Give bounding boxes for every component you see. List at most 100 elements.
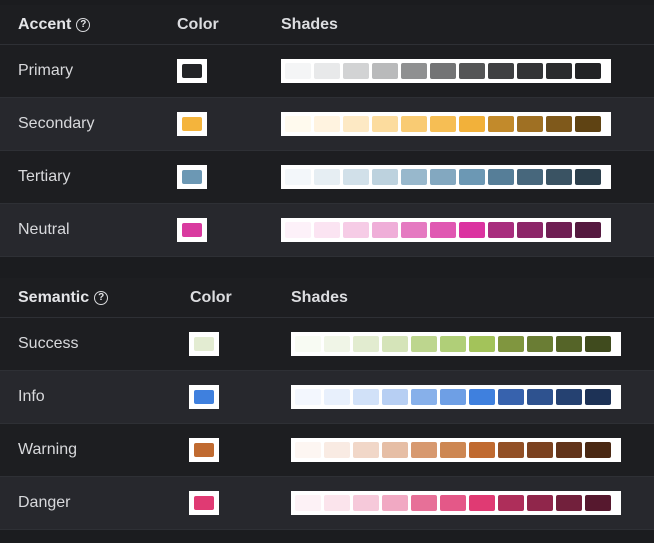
shade-swatch[interactable] — [430, 116, 456, 132]
color-swatch[interactable] — [189, 438, 219, 462]
shade-swatch[interactable] — [401, 63, 427, 79]
shade-swatch[interactable] — [411, 495, 437, 511]
shade-swatch[interactable] — [527, 442, 553, 458]
shade-swatch[interactable] — [353, 442, 379, 458]
shade-swatch[interactable] — [546, 222, 572, 238]
shade-swatch[interactable] — [469, 389, 495, 405]
shade-swatch[interactable] — [343, 116, 369, 132]
color-swatch[interactable] — [177, 165, 207, 189]
shade-swatch[interactable] — [285, 63, 311, 79]
shade-swatch[interactable] — [469, 442, 495, 458]
shade-swatch[interactable] — [372, 169, 398, 185]
shade-swatch[interactable] — [469, 495, 495, 511]
shade-swatch[interactable] — [527, 495, 553, 511]
shade-swatch[interactable] — [488, 63, 514, 79]
shade-swatch[interactable] — [517, 169, 543, 185]
shade-swatch[interactable] — [430, 222, 456, 238]
color-row-secondary: Secondary — [0, 98, 654, 151]
shade-swatch[interactable] — [556, 495, 582, 511]
shade-swatch[interactable] — [556, 389, 582, 405]
shade-swatch[interactable] — [498, 442, 524, 458]
shade-swatch[interactable] — [556, 336, 582, 352]
color-swatch[interactable] — [189, 332, 219, 356]
shade-swatch[interactable] — [575, 222, 601, 238]
shade-swatch[interactable] — [498, 495, 524, 511]
shade-swatch[interactable] — [585, 495, 611, 511]
shade-swatch[interactable] — [546, 169, 572, 185]
shade-swatch[interactable] — [411, 442, 437, 458]
shade-swatch[interactable] — [430, 63, 456, 79]
shade-swatch[interactable] — [517, 222, 543, 238]
shade-swatch[interactable] — [498, 336, 524, 352]
shade-swatch[interactable] — [517, 116, 543, 132]
shade-swatch[interactable] — [314, 116, 340, 132]
shade-swatch[interactable] — [440, 495, 466, 511]
shade-swatch[interactable] — [517, 63, 543, 79]
shade-swatch[interactable] — [324, 442, 350, 458]
shade-swatch[interactable] — [527, 336, 553, 352]
shade-swatch[interactable] — [440, 389, 466, 405]
shade-swatch[interactable] — [324, 495, 350, 511]
shade-swatch[interactable] — [343, 169, 369, 185]
help-icon[interactable]: ? — [94, 290, 109, 305]
shade-swatch[interactable] — [285, 169, 311, 185]
color-swatch[interactable] — [177, 59, 207, 83]
shade-swatch[interactable] — [546, 63, 572, 79]
shade-swatch[interactable] — [285, 222, 311, 238]
shade-swatch[interactable] — [440, 442, 466, 458]
shade-swatch[interactable] — [314, 169, 340, 185]
color-swatch[interactable] — [177, 218, 207, 242]
help-icon[interactable]: ? — [76, 17, 91, 32]
shade-swatch[interactable] — [411, 389, 437, 405]
shade-swatch[interactable] — [575, 116, 601, 132]
shade-swatch[interactable] — [285, 116, 311, 132]
shade-swatch[interactable] — [585, 389, 611, 405]
color-swatch[interactable] — [189, 491, 219, 515]
shade-swatch[interactable] — [295, 389, 321, 405]
shade-swatch[interactable] — [575, 63, 601, 79]
shade-swatch[interactable] — [488, 222, 514, 238]
shade-swatch[interactable] — [430, 169, 456, 185]
shade-swatch[interactable] — [498, 389, 524, 405]
shade-swatch[interactable] — [372, 116, 398, 132]
shade-swatch[interactable] — [585, 442, 611, 458]
color-swatch[interactable] — [189, 385, 219, 409]
shade-swatch[interactable] — [382, 495, 408, 511]
shade-swatch[interactable] — [353, 389, 379, 405]
shade-swatch[interactable] — [459, 169, 485, 185]
shade-swatch[interactable] — [575, 169, 601, 185]
shade-swatch[interactable] — [488, 116, 514, 132]
shade-swatch[interactable] — [401, 116, 427, 132]
shade-swatch[interactable] — [459, 222, 485, 238]
shade-swatch[interactable] — [556, 442, 582, 458]
shade-swatch[interactable] — [382, 442, 408, 458]
shade-swatch[interactable] — [440, 336, 466, 352]
shade-swatch[interactable] — [324, 389, 350, 405]
shade-swatch[interactable] — [382, 336, 408, 352]
shade-swatch[interactable] — [546, 116, 572, 132]
shade-swatch[interactable] — [353, 336, 379, 352]
color-swatch[interactable] — [177, 112, 207, 136]
shade-swatch[interactable] — [372, 63, 398, 79]
shade-swatch[interactable] — [314, 222, 340, 238]
shade-swatch[interactable] — [527, 389, 553, 405]
shade-swatch[interactable] — [353, 495, 379, 511]
shade-swatch[interactable] — [469, 336, 495, 352]
shade-swatch[interactable] — [488, 169, 514, 185]
shade-swatch[interactable] — [382, 389, 408, 405]
shade-swatch[interactable] — [585, 336, 611, 352]
shade-swatch[interactable] — [372, 222, 398, 238]
shade-swatch[interactable] — [401, 222, 427, 238]
shade-swatch[interactable] — [324, 336, 350, 352]
shade-swatch[interactable] — [459, 116, 485, 132]
shade-swatch[interactable] — [411, 336, 437, 352]
color-row-tertiary: Tertiary — [0, 151, 654, 204]
shade-swatch[interactable] — [314, 63, 340, 79]
shade-swatch[interactable] — [295, 442, 321, 458]
shade-swatch[interactable] — [295, 336, 321, 352]
shade-swatch[interactable] — [459, 63, 485, 79]
shade-swatch[interactable] — [295, 495, 321, 511]
shade-swatch[interactable] — [343, 63, 369, 79]
shade-swatch[interactable] — [401, 169, 427, 185]
shade-swatch[interactable] — [343, 222, 369, 238]
